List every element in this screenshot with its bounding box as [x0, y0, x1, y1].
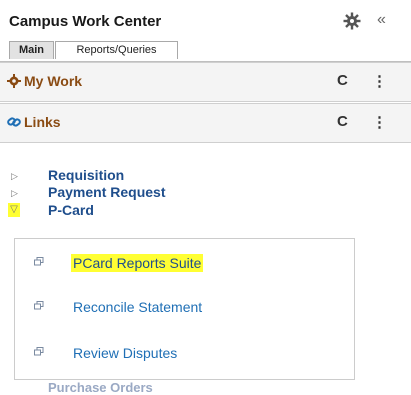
link-reconcile-statement[interactable]: Reconcile Statement	[15, 295, 354, 319]
pagelet-menu-button[interactable]: ⋮	[372, 72, 387, 90]
page-title: Campus Work Center	[9, 13, 162, 30]
link-label[interactable]: Review Disputes	[71, 344, 179, 362]
page-link-icon	[34, 301, 44, 310]
tree-item-label[interactable]: Payment Request	[48, 184, 165, 200]
tab-main[interactable]: Main	[9, 41, 54, 59]
collapse-arrow-icon[interactable]: ▽	[8, 203, 20, 217]
link-review-disputes[interactable]: Review Disputes	[15, 341, 354, 365]
pagelet-my-work[interactable]: My Work C ⋮	[0, 62, 411, 102]
tree-item-label[interactable]: Requisition	[48, 167, 124, 183]
expand-arrow-icon[interactable]: ▷	[11, 171, 18, 182]
link-icon	[7, 117, 21, 127]
p-card-links-panel: PCard Reports Suite Reconcile Statement …	[14, 238, 355, 380]
tree-item-partial[interactable]: Purchase Orders	[48, 380, 153, 395]
collapse-button[interactable]: «	[377, 11, 386, 29]
pagelet-links[interactable]: Links C ⋮	[0, 103, 411, 143]
link-pcard-reports-suite[interactable]: PCard Reports Suite	[15, 251, 354, 275]
pagelet-menu-button[interactable]: ⋮	[372, 113, 387, 131]
refresh-button[interactable]: C	[337, 72, 348, 89]
page-link-icon	[34, 257, 44, 266]
tree-item-label[interactable]: P-Card	[48, 202, 94, 218]
refresh-button[interactable]: C	[337, 113, 348, 130]
gear-icon	[7, 74, 21, 88]
pagelet-title[interactable]: My Work	[24, 73, 82, 89]
link-label[interactable]: Reconcile Statement	[71, 298, 204, 316]
link-label[interactable]: PCard Reports Suite	[71, 254, 204, 272]
gear-icon[interactable]	[343, 12, 361, 30]
tab-reports-queries[interactable]: Reports/Queries	[55, 41, 178, 59]
expand-arrow-icon[interactable]: ▷	[11, 188, 18, 199]
work-center-header: Campus Work Center « Main Reports/Querie…	[0, 0, 411, 68]
page-link-icon	[34, 347, 44, 356]
pagelet-title[interactable]: Links	[24, 114, 61, 130]
